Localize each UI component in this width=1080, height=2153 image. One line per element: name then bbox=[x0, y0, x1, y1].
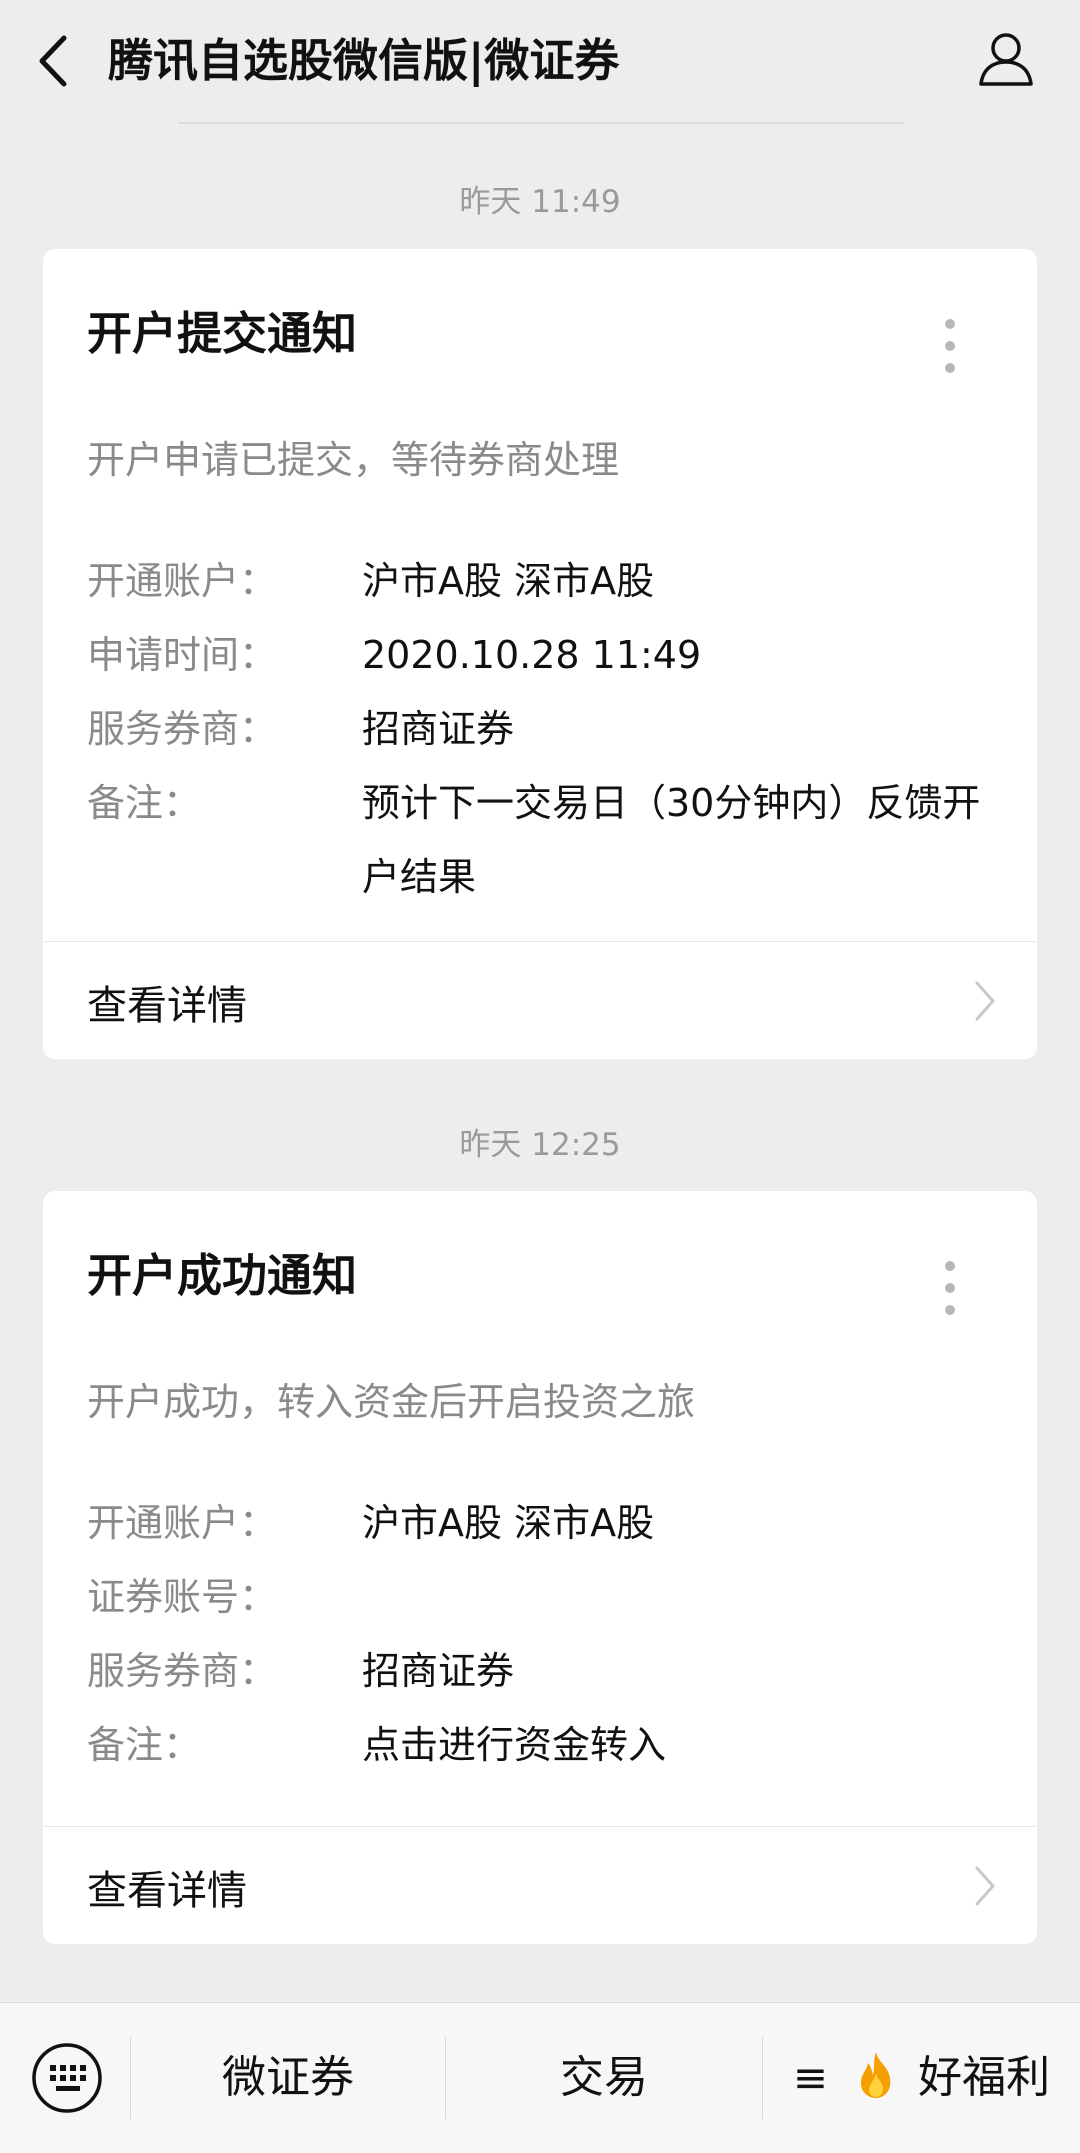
view-details-button[interactable]: 查看详情 bbox=[43, 941, 1037, 1059]
chevron-right-icon bbox=[975, 1866, 995, 1906]
message-timestamp: 昨天 11:49 bbox=[459, 184, 621, 220]
card-description: 开户申请已提交，等待券商处理 bbox=[87, 438, 620, 482]
notification-card: 开户提交通知 开户申请已提交，等待券商处理 开通账户： 沪市A股 深市A股 申请… bbox=[43, 249, 1037, 1059]
info-label: 服务券商： bbox=[87, 1649, 278, 1693]
view-details-label: 查看详情 bbox=[87, 1868, 247, 1914]
card-title: 开户成功通知 bbox=[87, 1249, 358, 1302]
card-title: 开户提交通知 bbox=[87, 307, 358, 360]
menu-item-label: 微证券 bbox=[222, 2052, 354, 2103]
menu-item-wei-zhengquan[interactable]: 微证券 bbox=[131, 2003, 445, 2153]
view-details-button[interactable]: 查看详情 bbox=[43, 1826, 1037, 1944]
menu-item-label: 交易 bbox=[560, 2052, 648, 2103]
info-value: 2020.10.28 11:49 bbox=[362, 633, 702, 677]
bottom-menu-bar: 微证券 交易 ≡ 好福利 bbox=[0, 2002, 1080, 2153]
info-label: 证券账号： bbox=[87, 1575, 278, 1619]
info-label: 申请时间： bbox=[87, 633, 278, 677]
info-value: 沪市A股 深市A股 bbox=[362, 1501, 655, 1545]
back-arrow-icon[interactable] bbox=[30, 28, 80, 94]
page-title: 腾讯自选股微信版|微证券 bbox=[108, 34, 620, 87]
more-dots-icon[interactable] bbox=[943, 1261, 957, 1317]
navigation-bar: 腾讯自选股微信版|微证券 bbox=[0, 0, 1080, 122]
info-value: 点击进行资金转入 bbox=[362, 1723, 667, 1767]
user-profile-icon[interactable] bbox=[976, 28, 1036, 88]
menu-item-hao-fuli[interactable]: ≡ 好福利 bbox=[763, 2003, 1080, 2153]
info-value: 预计下一交易日（30分钟内）反馈开户结果 bbox=[362, 781, 981, 899]
info-label: 开通账户： bbox=[87, 1501, 278, 1545]
keyboard-icon[interactable] bbox=[30, 2041, 104, 2115]
info-label: 服务券商： bbox=[87, 707, 278, 751]
notification-card: 开户成功通知 开户成功，转入资金后开启投资之旅 开通账户： 沪市A股 深市A股 … bbox=[43, 1191, 1037, 1944]
view-details-label: 查看详情 bbox=[87, 983, 247, 1029]
nav-divider bbox=[178, 122, 904, 124]
more-dots-icon[interactable] bbox=[943, 319, 957, 375]
info-label: 备注： bbox=[87, 781, 202, 825]
menu-list-icon: ≡ bbox=[792, 2053, 829, 2102]
info-value: 招商证券 bbox=[362, 1649, 515, 1693]
menu-item-label: 好福利 bbox=[918, 2052, 1051, 2103]
info-value: 沪市A股 深市A股 bbox=[362, 559, 655, 603]
info-value: 招商证券 bbox=[362, 707, 515, 751]
chevron-right-icon bbox=[975, 981, 995, 1021]
message-timestamp: 昨天 12:25 bbox=[459, 1127, 621, 1163]
info-label: 备注： bbox=[87, 1723, 202, 1767]
fire-icon bbox=[860, 2052, 891, 2098]
card-description: 开户成功，转入资金后开启投资之旅 bbox=[87, 1380, 696, 1424]
menu-item-jiaoyi[interactable]: 交易 bbox=[446, 2003, 762, 2153]
info-label: 开通账户： bbox=[87, 559, 278, 603]
